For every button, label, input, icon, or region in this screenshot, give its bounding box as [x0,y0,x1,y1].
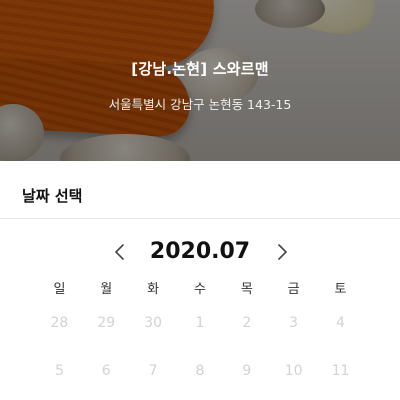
calendar-day-disabled: 2 [242,315,252,331]
weekday-label: 토 [334,282,347,297]
shop-name: [강남.논현] 스와르맨 [131,60,269,78]
calendar-week: 28 29 30 1 2 3 4 [36,311,364,335]
weekday-label: 수 [193,282,206,297]
weekday-label: 월 [100,282,113,297]
weekday-label: 화 [147,282,160,297]
weekday-label: 일 [53,282,66,297]
calendar-day-disabled: 10 [284,363,303,379]
calendar-day-disabled: 28 [50,315,69,331]
calendar-day-disabled: 29 [97,315,116,331]
calendar-day-disabled: 6 [101,363,111,379]
calendar-week: 5 6 7 8 9 10 11 [36,359,364,383]
month-label: 2020.07 [149,239,251,264]
calendar-day-disabled: 1 [195,315,205,331]
month-navigation: 2020.07 [0,236,400,268]
calendar-day-disabled: 4 [336,315,345,331]
weekday-label: 금 [287,282,300,297]
calendar-day-disabled: 7 [148,363,158,379]
date-select-title: 날짜 선택 [22,187,83,205]
weekday-label: 목 [240,282,253,297]
calendar-day-disabled: 5 [54,363,64,379]
section-divider [0,218,400,219]
calendar-day-disabled: 3 [289,315,299,331]
calendar-day-disabled: 8 [195,363,205,379]
chevron-left-icon[interactable] [108,240,132,264]
calendar-day-disabled: 11 [331,363,350,379]
chevron-right-icon[interactable] [270,240,294,264]
hero-overlay [0,0,400,161]
shop-address: 서울특별시 강남구 논현동 143-15 [108,97,292,112]
calendar-day-disabled: 30 [144,315,163,331]
weekday-header: 일 월 화 수 목 금 토 [36,280,364,300]
hero-banner: [강남.논현] 스와르맨 서울특별시 강남구 논현동 143-15 [0,0,400,161]
calendar-day-disabled: 9 [242,363,252,379]
